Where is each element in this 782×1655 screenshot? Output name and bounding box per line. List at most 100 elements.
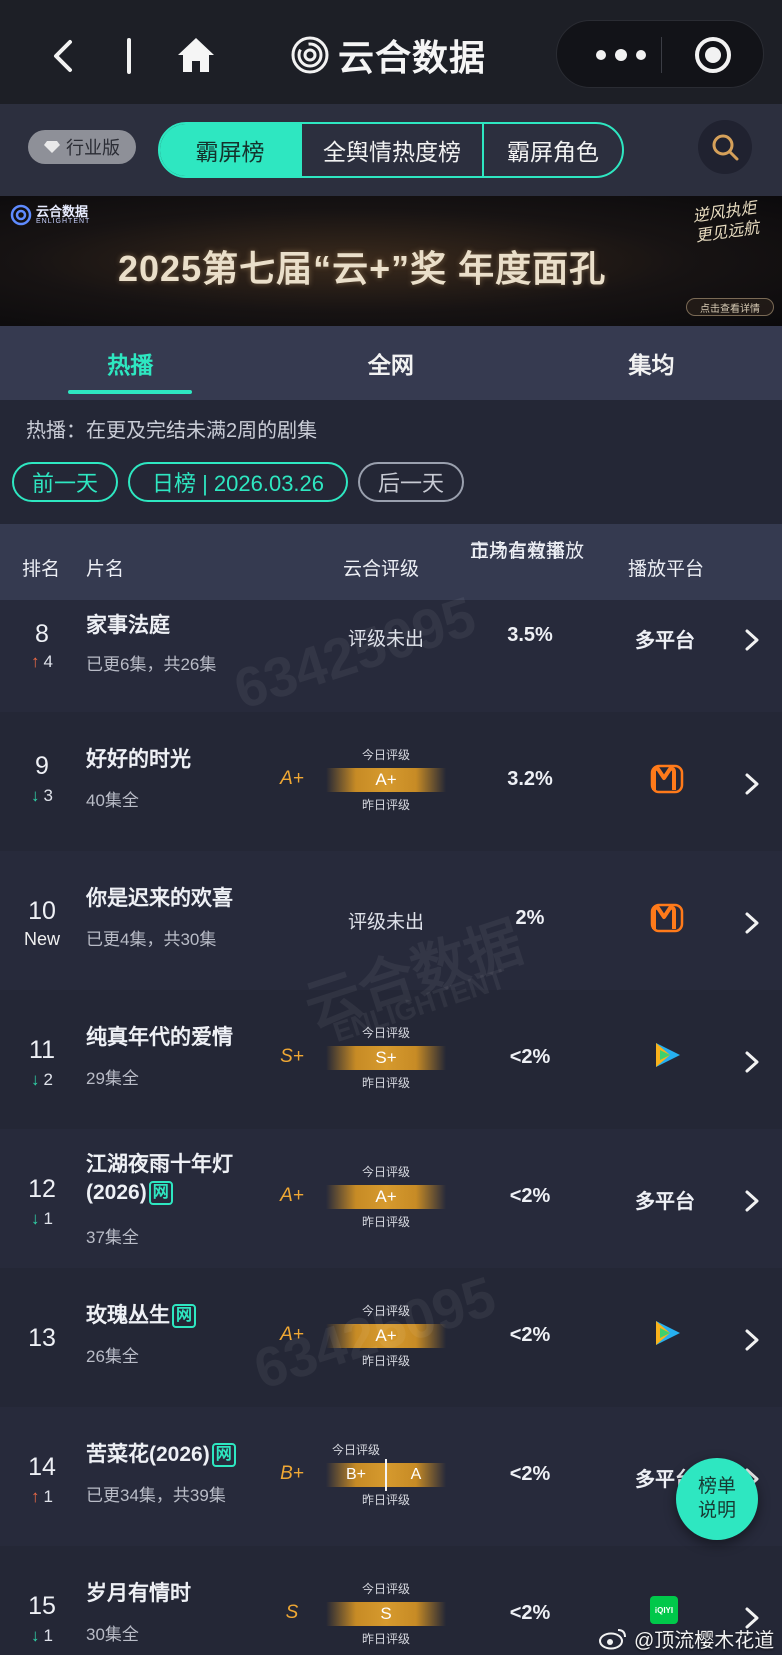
rank-change: ↓ 3 [22, 786, 62, 806]
rank-change: ↑ 1 [22, 1487, 62, 1507]
chevron-right-icon[interactable] [744, 911, 760, 935]
chevron-right-icon[interactable] [744, 772, 760, 796]
drama-title-year: (2026) [86, 1181, 147, 1204]
table-row[interactable]: 14 ↑ 1 苦菜花(2026) 网 已更34集，共39集 B+ 今日评级 B+ A… [0, 1407, 782, 1546]
tab-per-episode[interactable]: 集均 [521, 326, 782, 400]
chevron-right-icon[interactable] [744, 1050, 760, 1074]
grade-today-label: 今日评级 [361, 1165, 410, 1179]
rank-number: 9 [35, 752, 49, 780]
grade-pending: 评级未出 [347, 912, 424, 933]
header-market-share-line2: 市场占有率 [470, 541, 566, 562]
grade-today-label: 今日评级 [361, 1582, 410, 1596]
back-icon[interactable] [50, 38, 76, 74]
grade-today-label: 今日评级 [331, 1443, 380, 1457]
banner-details-button[interactable]: 点击查看详情 [686, 298, 774, 316]
drama-title: 家事法庭 [86, 614, 170, 637]
drama-title: 你是迟来的欢喜 [86, 887, 233, 910]
grade-today-value: B+ [345, 1466, 366, 1483]
grade-pending: 评级未出 [347, 629, 424, 650]
capsule-divider [661, 37, 662, 73]
rank-number: 13 [28, 1324, 56, 1352]
next-day-button[interactable]: 后一天 [358, 462, 464, 502]
market-share: <2% [509, 1324, 551, 1346]
ranking-segmented-control: 霸屏榜 全舆情热度榜 霸屏角色 [158, 122, 624, 178]
drama-title: 纯真年代的爱情 [86, 1026, 233, 1049]
grade-letter: B+ [280, 1463, 304, 1484]
rank-down-arrow-icon: ↓ [31, 1209, 40, 1228]
segment-public-opinion-heat[interactable]: 全舆情热度榜 [300, 124, 482, 176]
web-drama-tag: 网 [211, 1443, 236, 1467]
mango-tv-icon [650, 903, 684, 933]
weibo-credit: @顶流樱木花道 [598, 1624, 774, 1652]
table-row[interactable]: 11 ↓ 2 纯真年代的爱情 29集全 S+ 今日评级 S+ 昨日评级 <2% [0, 990, 782, 1129]
tab-whole-network[interactable]: 全网 [261, 326, 522, 400]
nav-divider [127, 38, 131, 74]
rank-change: ↓ 1 [22, 1209, 62, 1229]
grade-yesterday-label: 昨日评级 [361, 1354, 410, 1368]
grade-letter: S+ [280, 1046, 304, 1067]
rank-change-value: 1 [43, 1487, 53, 1506]
grade-yesterday-value: A [410, 1466, 422, 1483]
episode-info: 已更6集，共26集 [86, 655, 217, 674]
rank-number: 11 [29, 1036, 55, 1064]
date-selector[interactable]: 日榜 | 2026.03.26 [128, 462, 348, 502]
grade-today-label: 今日评级 [361, 1026, 410, 1040]
rank-change-value: 2 [43, 1070, 53, 1089]
drama-title: 玫瑰丛生网 [86, 1302, 196, 1330]
web-drama-tag: 网 [148, 1181, 173, 1205]
grade-bar: 今日评级 S+ 昨日评级 [326, 1022, 446, 1098]
rank-down-arrow-icon: ↓ [31, 1070, 40, 1089]
rank-number: 15 [28, 1592, 56, 1620]
home-icon[interactable] [176, 36, 216, 74]
grade-bar: 今日评级 S 昨日评级 [326, 1578, 446, 1654]
web-drama-tag: 网 [172, 1304, 196, 1328]
industry-edition-label: 行业版 [66, 138, 120, 158]
chevron-right-icon[interactable] [744, 1328, 760, 1352]
award-banner[interactable]: 云合数据 ENLIGHTENT 2025第七届“云+”奖 年度面孔 逆风执炬 更… [0, 196, 782, 326]
rank-change: ↓ 2 [22, 1070, 62, 1090]
float-button-line2: 说明 [697, 1500, 736, 1521]
table-row[interactable]: 10 New 你是迟来的欢喜 已更4集，共30集 评级未出 2% [0, 851, 782, 990]
rank-down-arrow-icon: ↓ [31, 1626, 40, 1645]
grade-today-value: A+ [375, 1326, 397, 1345]
banner-logo-cn: 云合数据 [36, 204, 89, 219]
close-mini-program-icon[interactable] [693, 35, 733, 75]
drama-title-text: 玫瑰丛生 [86, 1304, 170, 1327]
search-button[interactable] [698, 120, 752, 174]
previous-day-button[interactable]: 前一天 [12, 462, 118, 502]
grade-today-label: 今日评级 [361, 1304, 410, 1318]
industry-edition-badge[interactable]: 行业版 [28, 130, 136, 164]
grade-letter: S [285, 1602, 299, 1623]
drama-title: 苦菜花(2026) 网 [86, 1441, 236, 1469]
mini-program-capsule [556, 20, 764, 88]
table-row[interactable]: 9 ↓ 3 好好的时光 40集全 A+ 今日评级 A+ 昨日评级 3.2% [0, 712, 782, 851]
table-row[interactable]: 12 ↓ 1 江湖夜雨十年灯 (2026) 网 37集全 A+ 今日评级 A+ 昨日… [0, 1129, 782, 1268]
market-share: <2% [509, 1046, 551, 1068]
market-share: 3.2% [507, 768, 553, 790]
more-icon[interactable] [591, 43, 651, 67]
app-title-text: 云合数据 [338, 37, 487, 78]
top-navigation-bar: 云合数据 [0, 0, 782, 104]
diamond-icon [44, 141, 60, 153]
header-platform: 播放平台 [628, 559, 705, 580]
credit-text: @顶流樱木花道 [634, 1629, 775, 1652]
tab-hot-airing[interactable]: 热播 [0, 326, 261, 400]
rank-up-arrow-icon: ↑ [31, 1487, 40, 1506]
chevron-right-icon[interactable] [744, 1189, 760, 1213]
weibo-icon [599, 1629, 626, 1650]
grade-today-value: S [380, 1604, 392, 1623]
category-tabs: 热播 全网 集均 [0, 326, 782, 400]
ranking-explanation-button[interactable]: 榜单 说明 [676, 1458, 758, 1540]
segment-screen-dominance[interactable]: 霸屏榜 [160, 124, 300, 176]
grade-letter: A+ [280, 1185, 304, 1206]
drama-title-line1: 江湖夜雨十年灯 [86, 1153, 233, 1176]
market-share: 2% [515, 907, 545, 929]
mango-tv-icon [650, 764, 684, 794]
grade-today-label: 今日评级 [361, 748, 410, 762]
table-row[interactable]: 13 玫瑰丛生网 26集全 A+ 今日评级 A+ 昨日评级 <2% [0, 1268, 782, 1407]
platform-text: 多平台 [635, 1191, 695, 1213]
search-icon [712, 134, 739, 161]
segment-screen-roles[interactable]: 霸屏角色 [482, 124, 622, 176]
rank-up-arrow-icon: ↑ [31, 652, 40, 671]
chevron-right-icon[interactable] [744, 628, 760, 652]
